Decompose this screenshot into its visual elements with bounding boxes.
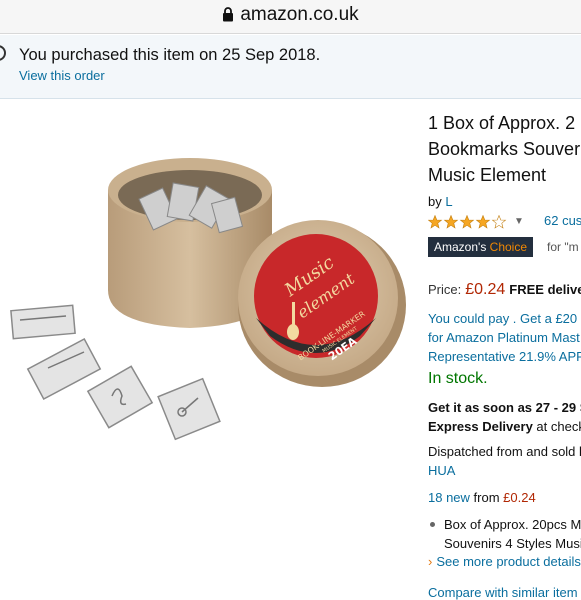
delivery-checkout-text: at checko [536, 419, 581, 434]
rating-row[interactable]: ▼ 62 cus [428, 213, 581, 231]
express-delivery-label: Express Delivery [428, 419, 533, 434]
lock-icon [223, 7, 234, 22]
compare-similar-link[interactable]: Compare with similar item [428, 585, 581, 600]
url-text: amazon.co.uk [240, 4, 359, 25]
ratings-count-link[interactable]: 62 cus [544, 213, 581, 228]
price-value: £0.24 [465, 281, 506, 298]
finance-line: for Amazon Platinum Mast [428, 330, 580, 345]
by-label: by [428, 194, 442, 209]
bullet-line: Box of Approx. 20pcs M [444, 517, 581, 532]
product-image[interactable]: Music element BOOK-LINE-MARKER MUSIC ELE… [0, 140, 420, 460]
seller-link[interactable]: HUA [428, 461, 581, 480]
star-rating-icon[interactable] [428, 214, 508, 229]
price-row: Price: £0.24 FREE delive [428, 281, 581, 299]
title-line: Music Element [428, 165, 547, 185]
product-title: 1 Box of Approx. 2 Bookmarks Souver Musi… [428, 110, 581, 188]
title-line: Bookmarks Souver [428, 139, 581, 159]
choice-keyword[interactable]: for "m [547, 240, 579, 254]
browser-address-bar[interactable]: amazon.co.uk [0, 0, 581, 34]
finance-line: Representative 21.9% APR [428, 349, 581, 364]
product-details: 1 Box of Approx. 2 Bookmarks Souver Musi… [428, 110, 581, 600]
feature-bullet: Box of Approx. 20pcs M Souvenirs 4 Style… [428, 515, 581, 553]
finance-offer-link[interactable]: You could pay . Get a £20 g for Amazon P… [428, 309, 581, 366]
byline: by L [428, 194, 581, 209]
dispatch-info: Dispatched from and sold b HUA [428, 442, 581, 480]
stock-status: In stock. [428, 370, 488, 387]
see-more-details-link[interactable]: › See more product details [428, 554, 581, 569]
title-line: 1 Box of Approx. 2 [428, 113, 576, 133]
new-from-label: from [469, 490, 504, 505]
delivery-info: Get it as soon as 27 - 29 S Express Deli… [428, 398, 581, 436]
see-more-label: See more product details [436, 554, 581, 569]
free-delivery-label: FREE delive [509, 282, 581, 297]
dispatch-text: Dispatched from and sold b [428, 444, 581, 459]
new-offers-row: 18 new from £0.24 [428, 490, 581, 505]
bullet-dot [430, 522, 435, 527]
new-offers-link[interactable]: 18 new [428, 490, 470, 505]
purchase-notice: You purchased this item on 25 Sep 2018. … [0, 35, 581, 99]
chevron-down-icon[interactable]: ▼ [514, 216, 524, 227]
brand-link[interactable]: L [445, 194, 452, 209]
amazons-choice-badge: Amazon's Choice [428, 237, 534, 257]
choice-badge-prefix: Amazon's [434, 240, 487, 254]
price-label: Price: [428, 282, 462, 297]
view-order-link[interactable]: View this order [19, 68, 105, 83]
finance-line: You could pay . Get a £20 g [428, 311, 581, 326]
bullet-line: Souvenirs 4 Styles Musi [444, 536, 581, 551]
chevron-right-icon: › [428, 554, 433, 569]
purchase-notice-text: You purchased this item on 25 Sep 2018. [19, 46, 321, 64]
delivery-date: Get it as soon as 27 - 29 S [428, 400, 581, 415]
info-icon [0, 45, 6, 61]
choice-badge-suffix: Choice [489, 240, 528, 254]
new-from-price: £0.24 [503, 490, 536, 505]
amazons-choice-row: Amazon's Choice for "m [428, 237, 581, 257]
